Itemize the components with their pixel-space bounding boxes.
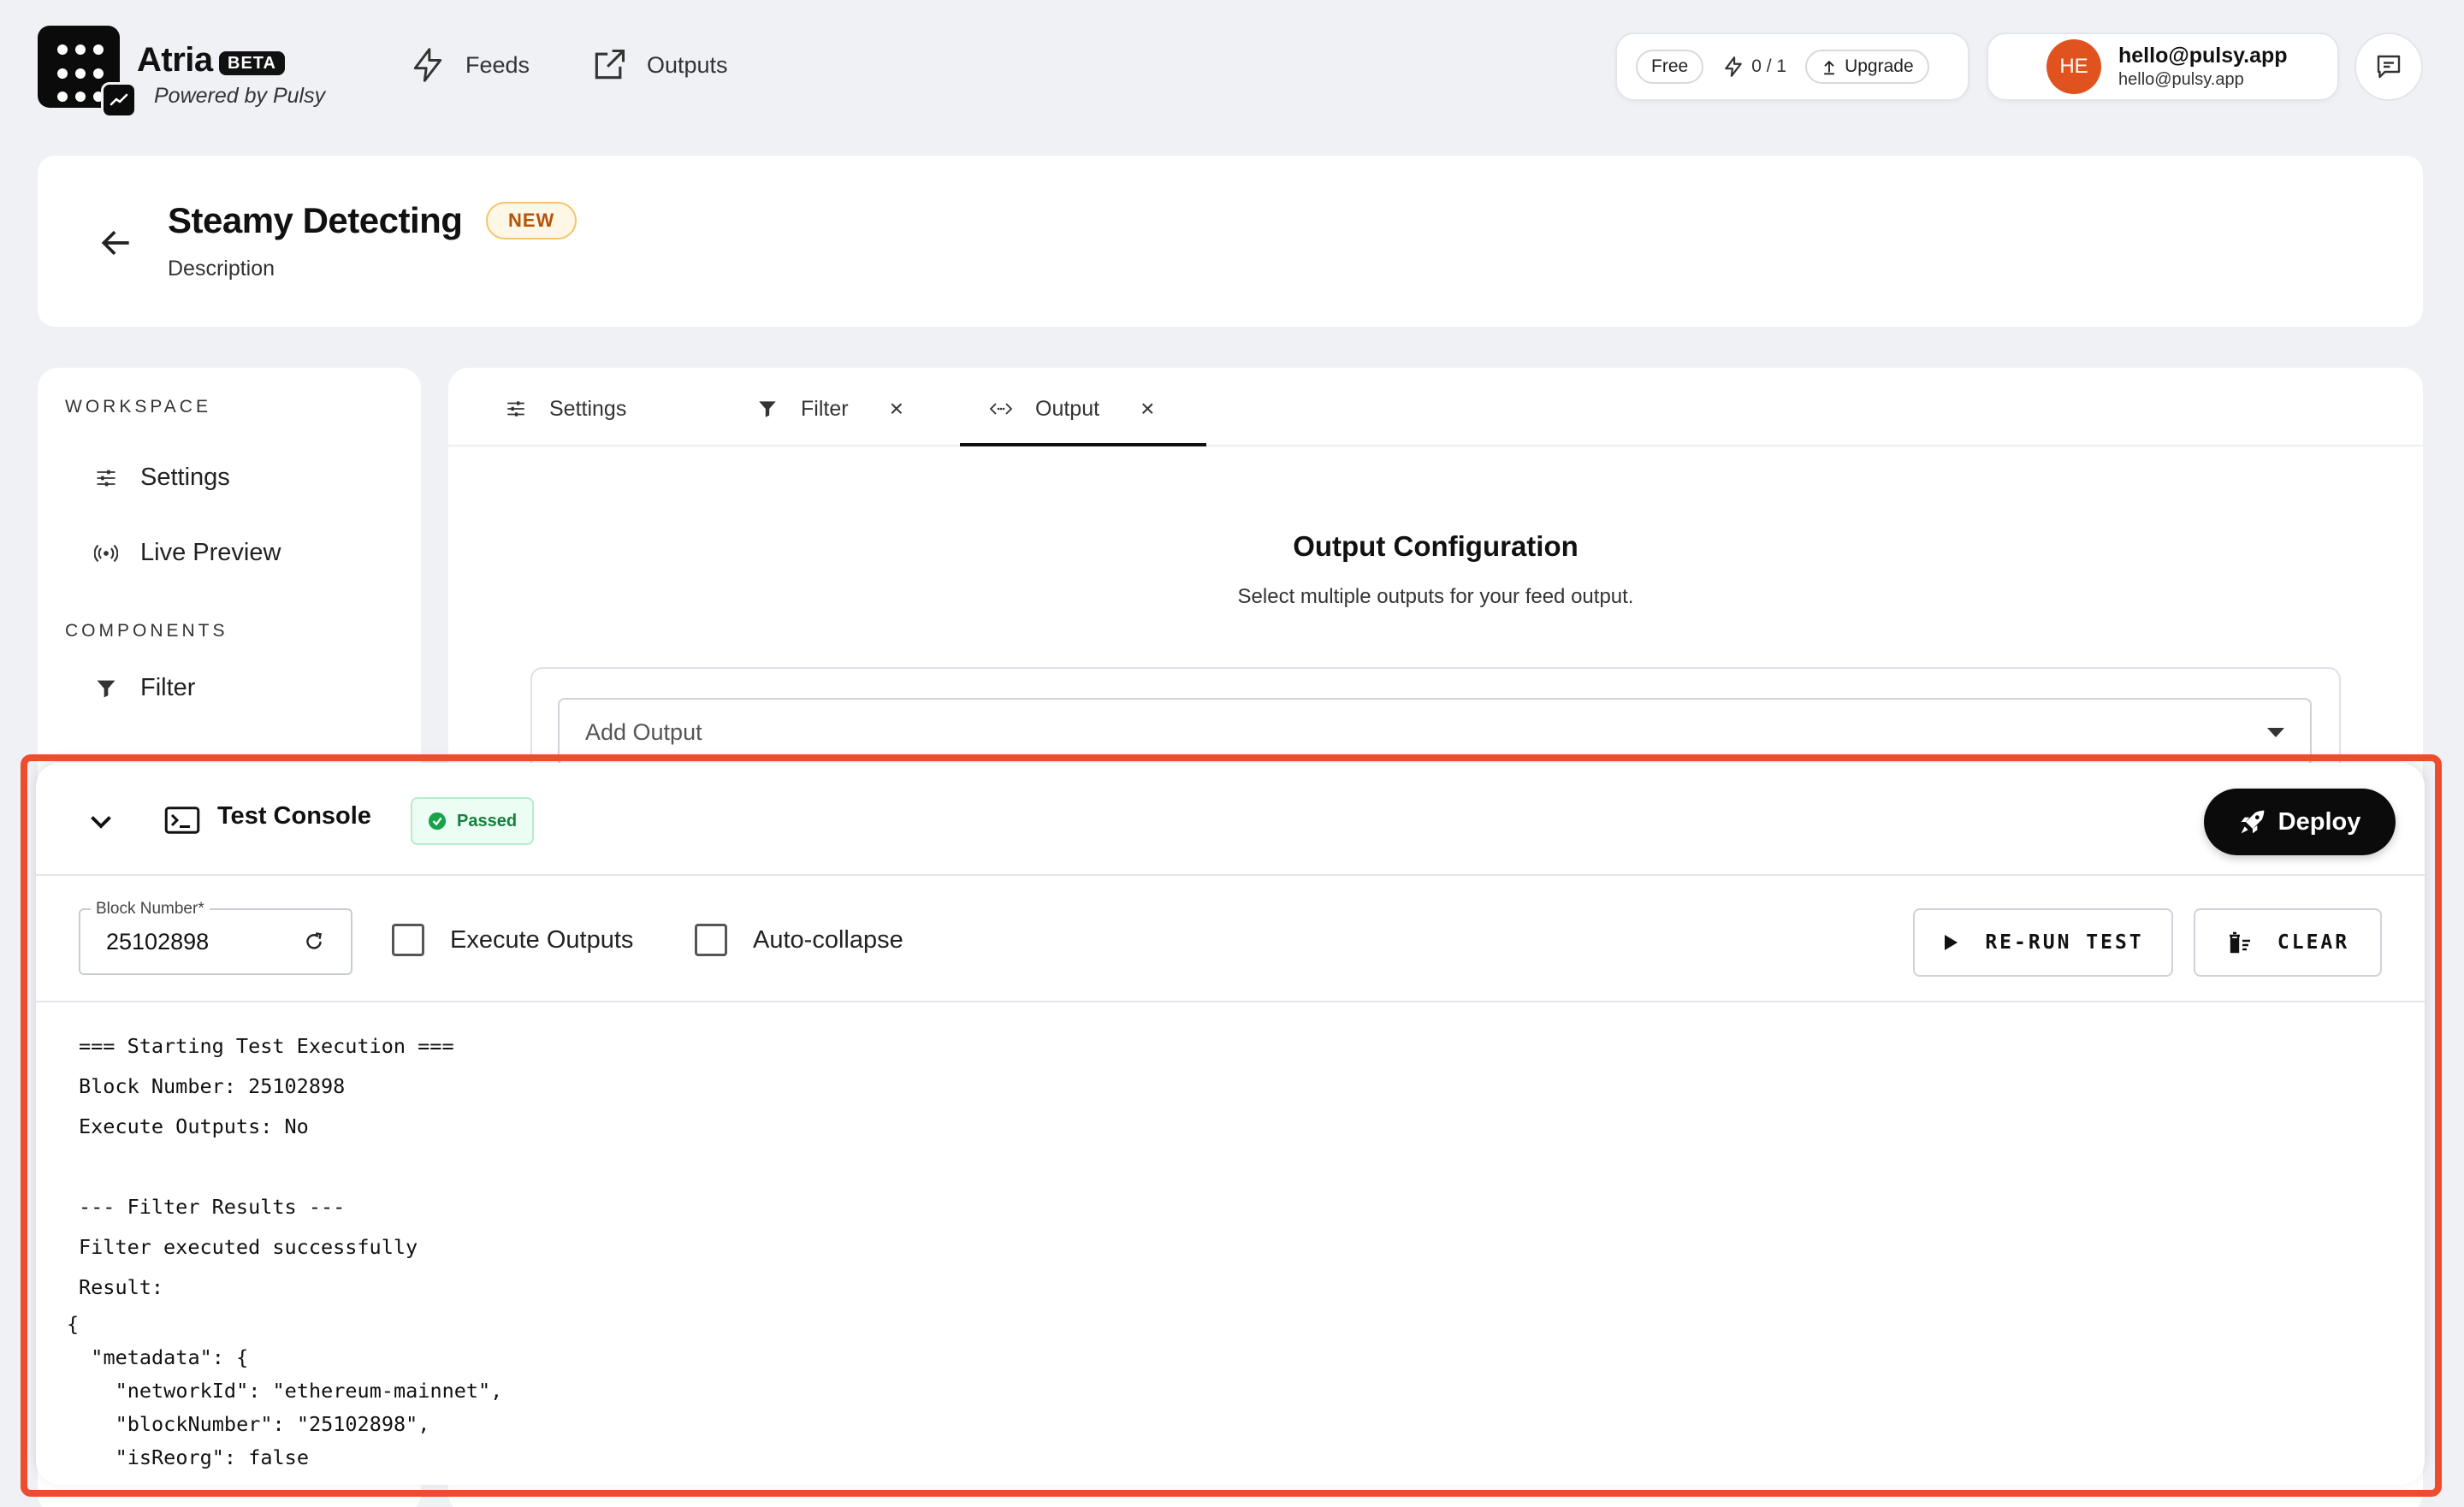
tab-label: Output (1035, 396, 1100, 421)
nav-outputs[interactable]: Outputs (590, 44, 728, 86)
upload-arrow-icon (1824, 60, 1834, 75)
components-heading: COMPONENTS (65, 621, 228, 641)
new-badge: NEW (486, 202, 578, 239)
tab-settings[interactable]: Settings (505, 390, 626, 428)
sidebar-item-label: Filter (140, 674, 196, 701)
lightning-icon (1725, 56, 1742, 77)
credits-count: 0 / 1 (1751, 56, 1787, 76)
sidebar-item-filter[interactable]: Filter (94, 674, 195, 702)
avatar: HE (2046, 39, 2101, 94)
chat-icon (2377, 55, 2401, 79)
feed-header: Steamy Detecting NEW Description (38, 156, 2423, 327)
sliders-icon (507, 401, 524, 417)
upgrade-button[interactable]: Upgrade (1805, 50, 1929, 84)
back-button[interactable] (98, 224, 135, 266)
tab-bar: Settings Filter × Output × (448, 368, 2423, 446)
sidebar-item-label: Settings (140, 464, 230, 491)
filter-icon (97, 680, 116, 697)
code-icon (989, 403, 1013, 415)
tab-output[interactable]: Output × (989, 390, 1154, 428)
plan-tier-badge: Free (1636, 50, 1704, 84)
highlight-frame (21, 754, 2442, 1497)
external-link-icon (595, 49, 625, 80)
credits-indicator: 0 / 1 (1722, 56, 1786, 78)
top-bar: Atria BETA Powered by Pulsy Feeds Output… (0, 0, 2464, 135)
active-tab-indicator (960, 443, 1206, 446)
tab-label: Filter (801, 396, 849, 421)
close-icon[interactable]: × (890, 395, 903, 423)
arrow-left-icon (101, 230, 129, 256)
user-sub-email: hello@pulsy.app (2118, 70, 2244, 89)
add-output-placeholder: Add Output (585, 718, 702, 745)
powered-by: Powered by Pulsy (154, 84, 326, 108)
tab-filter[interactable]: Filter × (756, 390, 903, 428)
output-config-title: Output Configuration (1293, 530, 1578, 562)
sidebar-item-label: Live Preview (140, 539, 281, 566)
user-menu[interactable]: HE hello@pulsy.app hello@pulsy.app (1987, 33, 2339, 101)
sidebar-item-live-preview[interactable]: Live Preview (94, 539, 281, 567)
nav-feeds[interactable]: Feeds (409, 44, 530, 86)
workspace-heading: WORKSPACE (65, 397, 211, 417)
filter-icon (759, 401, 776, 417)
page-title: Steamy Detecting (168, 200, 463, 240)
close-icon[interactable]: × (1140, 395, 1154, 423)
tab-label: Settings (549, 396, 627, 421)
output-config-subtitle: Select multiple outputs for your feed ou… (1237, 585, 1634, 608)
sliders-icon (97, 470, 116, 486)
upgrade-label: Upgrade (1845, 56, 1914, 76)
sidebar-item-settings[interactable]: Settings (94, 464, 230, 492)
feedback-button[interactable] (2354, 33, 2423, 101)
brand-name: Atria (137, 41, 213, 79)
beta-badge: BETA (219, 51, 285, 75)
caret-down-icon (2267, 727, 2284, 737)
page-description[interactable]: Description (168, 257, 275, 281)
trend-icon (101, 82, 137, 118)
lightning-icon (413, 48, 442, 82)
user-email: hello@pulsy.app (2118, 44, 2288, 68)
nav-outputs-label: Outputs (647, 51, 728, 78)
nav-feeds-label: Feeds (465, 51, 530, 78)
broadcast-icon (94, 544, 118, 562)
plan-card: Free 0 / 1 Upgrade (1615, 33, 1969, 101)
